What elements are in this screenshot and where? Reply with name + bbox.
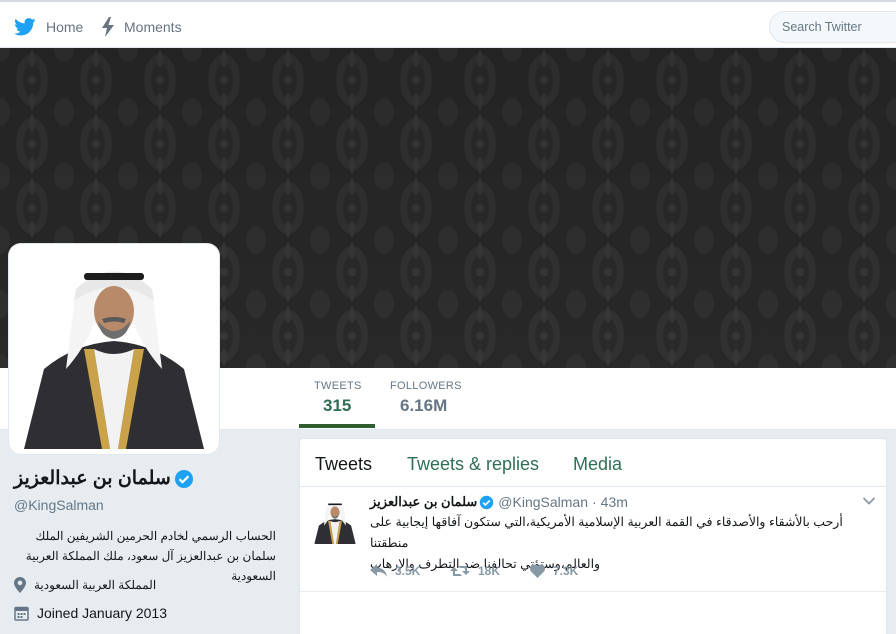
location-pin-icon: [14, 577, 26, 593]
tweet-avatar-image: [312, 498, 358, 544]
profile-location: المملكة العربية السعودية: [14, 577, 156, 593]
tweet-timestamp[interactable]: 43m: [601, 494, 628, 510]
tweet-author-name[interactable]: سلمان بن عبدالعزيز: [370, 494, 477, 510]
timeline-tabs: Tweets Tweets & replies Media: [300, 439, 886, 487]
retweet-count: 18K: [478, 564, 501, 578]
profile-handle[interactable]: @KingSalman: [14, 497, 104, 513]
verified-badge-icon: [174, 469, 193, 488]
calendar-icon: [14, 606, 29, 621]
nav-home[interactable]: Home: [14, 16, 83, 38]
tweet-author-handle[interactable]: @KingSalman: [498, 494, 588, 510]
retweet-icon: [450, 566, 470, 576]
profile-name-text: سلمان بن عبدالعزيز: [14, 468, 171, 489]
stat-followers[interactable]: FOLLOWERS 6.16M: [390, 380, 462, 416]
reply-icon: [370, 564, 387, 577]
nav-moments[interactable]: Moments: [102, 16, 182, 38]
twitter-bird-icon: [14, 18, 36, 36]
search-input[interactable]: Search Twitter: [769, 11, 896, 43]
reply-button[interactable]: 3.5K: [370, 564, 450, 578]
profile-avatar[interactable]: [9, 244, 219, 454]
tweet-actions: 3.5K 18K 7.3K: [370, 564, 610, 578]
chevron-down-icon[interactable]: [862, 496, 876, 506]
profile-joined-text: Joined January 2013: [37, 605, 167, 621]
reply-count: 3.5K: [395, 564, 421, 578]
nav-home-label: Home: [46, 19, 84, 35]
timeline: Tweets Tweets & replies Media سلمان بن ع…: [299, 438, 887, 634]
search-placeholder: Search Twitter: [782, 20, 862, 34]
tweet-separator: ·: [591, 494, 597, 510]
profile-location-text: المملكة العربية السعودية: [34, 578, 157, 592]
tweet-avatar[interactable]: [312, 498, 358, 544]
tab-tweets-replies[interactable]: Tweets & replies: [407, 454, 539, 475]
stat-followers-value: 6.16M: [400, 396, 448, 415]
tweet-text-line: أرحب بالأشقاء والأصدقاء في القمة العربية…: [370, 515, 843, 550]
heart-icon: [530, 564, 545, 578]
active-stat-indicator: [299, 424, 375, 428]
lightning-icon: [102, 17, 114, 37]
profile-name: سلمان بن عبدالعزيز: [14, 467, 194, 490]
retweet-button[interactable]: 18K: [450, 564, 530, 578]
verified-badge-icon: [480, 495, 494, 509]
nav-moments-label: Moments: [124, 19, 182, 35]
like-button[interactable]: 7.3K: [530, 564, 610, 578]
stat-tweets[interactable]: TWEETS 315: [314, 380, 362, 416]
stat-followers-label: FOLLOWERS: [390, 380, 462, 392]
like-count: 7.3K: [553, 564, 579, 578]
stat-tweets-value: 315: [323, 396, 352, 415]
tab-tweets[interactable]: Tweets: [315, 454, 372, 475]
profile-joined: Joined January 2013: [14, 605, 167, 621]
stat-tweets-label: TWEETS: [314, 380, 362, 392]
tab-media[interactable]: Media: [573, 454, 622, 475]
tweet-item[interactable]: سلمان بن عبدالعزيز @KingSalman · 43m أرح…: [300, 488, 886, 592]
top-navigation-bar: Home Moments Search Twitter: [0, 0, 896, 48]
portrait-image: [14, 249, 214, 449]
tweet-header: سلمان بن عبدالعزيز @KingSalman · 43m: [370, 494, 628, 510]
